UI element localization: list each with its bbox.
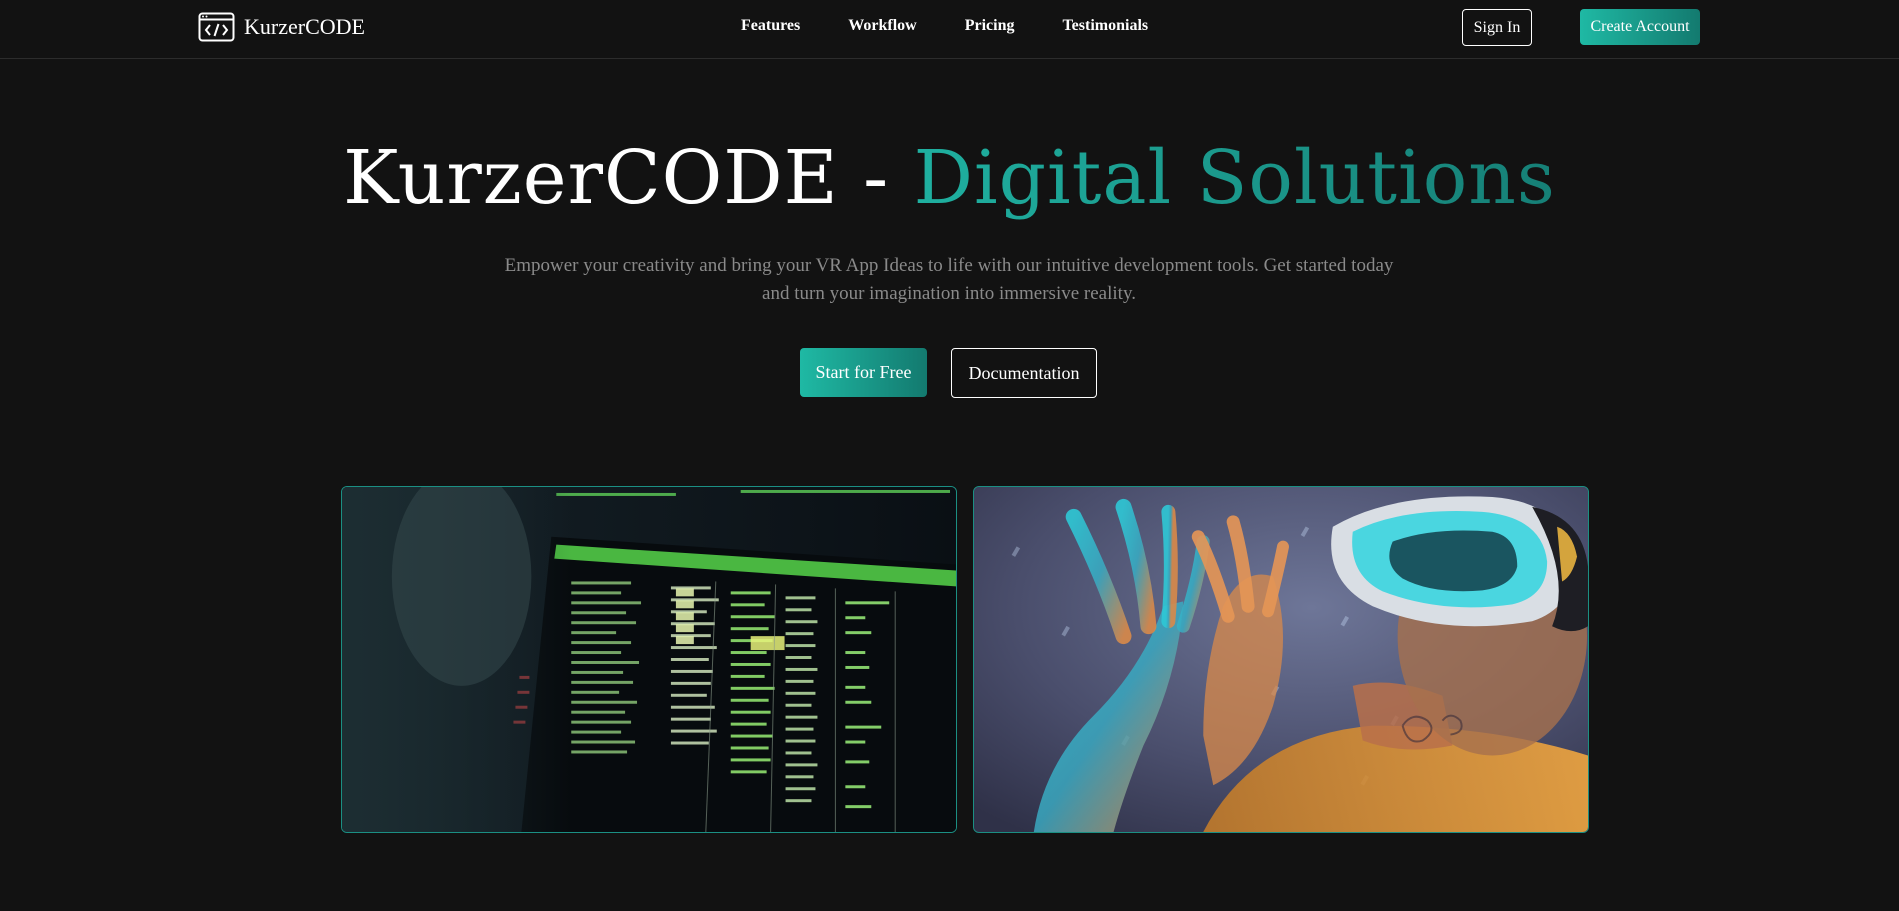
brand-logo[interactable]: KurzerCODE — [198, 11, 365, 43]
nav-link-features[interactable]: Features — [741, 17, 800, 35]
hero-subtitle: Empower your creativity and bring your V… — [504, 255, 1394, 304]
code-terminal-image — [341, 486, 957, 833]
hero-title-main: KurzerCODE - — [343, 135, 914, 221]
hero-title: KurzerCODE - Digital Solutions — [0, 132, 1899, 224]
code-window-icon — [198, 12, 235, 42]
top-navbar: KurzerCODE Features Workflow Pricing Tes… — [0, 0, 1899, 59]
start-for-free-button[interactable]: Start for Free — [800, 348, 927, 397]
create-account-button[interactable]: Create Account — [1580, 9, 1700, 45]
nav-links: Features Workflow Pricing Testimonials — [741, 17, 1148, 35]
sign-in-button[interactable]: Sign In — [1462, 9, 1532, 46]
brand-name: KurzerCODE — [244, 14, 365, 39]
nav-link-testimonials[interactable]: Testimonials — [1062, 17, 1148, 35]
hero-title-accent: Digital Solutions — [913, 135, 1556, 221]
documentation-button[interactable]: Documentation — [951, 348, 1097, 398]
nav-link-workflow[interactable]: Workflow — [848, 17, 916, 35]
code-terminal-illustration — [342, 487, 956, 832]
vr-headset-illustration — [974, 487, 1588, 832]
vr-headset-image — [973, 486, 1589, 833]
nav-link-pricing[interactable]: Pricing — [965, 17, 1015, 35]
